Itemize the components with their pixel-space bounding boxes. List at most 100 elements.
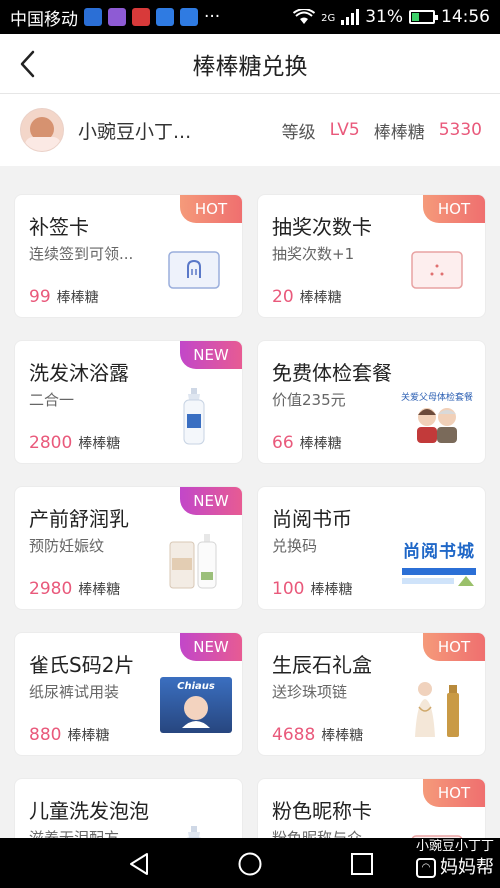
exchange-item-grid: 补签卡 连续签到可领... 99 棒棒糖 HOT 抽奖次数卡 抽奖次数+1 20… — [14, 194, 486, 888]
item-price-value: 66 — [272, 433, 294, 453]
user-info-bar: 小豌豆小丁... 等级 LV5 棒棒糖 5330 — [0, 94, 500, 166]
nav-back-icon[interactable] — [126, 851, 152, 877]
image-caption: 尚阅书城 — [403, 541, 475, 562]
app-notification-icon — [84, 8, 102, 26]
carrier-name: 中国移动 — [10, 9, 78, 30]
level-value: LV5 — [329, 120, 360, 140]
item-title: 补签卡 — [29, 215, 89, 239]
item-card-lottery-card[interactable]: 抽奖次数卡 抽奖次数+1 20 棒棒糖 HOT — [257, 194, 486, 318]
new-badge: NEW — [180, 633, 242, 661]
item-subtitle: 二合一 — [29, 391, 75, 409]
lotion-bottle-icon — [156, 527, 232, 597]
chat-bubble-icon: ◠ — [416, 858, 436, 878]
item-title: 儿童洗发泡泡 — [29, 799, 149, 823]
item-subtitle: 兑换码 — [272, 537, 318, 555]
new-badge: NEW — [180, 487, 242, 515]
item-price-unit: 棒棒糖 — [310, 582, 353, 598]
candy-label: 棒棒糖 — [373, 122, 425, 143]
item-title: 产前舒润乳 — [29, 507, 129, 531]
signal-icon — [341, 9, 360, 25]
system-nav-bar: 小豌豆小丁丁 ◠ 妈妈帮 — [0, 838, 500, 888]
item-card-book-coins[interactable]: 尚阅书币 兑换码 100 棒棒糖 尚阅书城 — [257, 486, 486, 610]
sign-card-icon — [156, 235, 232, 305]
item-price-unit: 棒棒糖 — [78, 582, 121, 598]
item-title: 洗发沐浴露 — [29, 361, 129, 385]
watermark-brand-name: 妈妈帮 — [440, 857, 494, 878]
battery-percent: 31% — [365, 7, 403, 27]
image-caption: 关爱父母体检套餐 — [400, 392, 473, 403]
item-price: 2980 棒棒糖 — [29, 579, 120, 599]
item-title: 抽奖次数卡 — [272, 215, 372, 239]
diaper-pack-icon: Chiaus — [160, 677, 232, 733]
item-price-value: 880 — [29, 725, 62, 745]
username: 小豌豆小丁... — [78, 120, 192, 143]
item-card-birthstone-gift[interactable]: 生辰石礼盒 送珍珠项链 4688 棒棒糖 HOT — [257, 632, 486, 756]
watermark-user: 小豌豆小丁丁 — [415, 839, 494, 854]
baidu-notification-icon — [156, 8, 174, 26]
back-button[interactable] — [12, 48, 44, 80]
more-notifications-icon: ··· — [204, 7, 221, 27]
item-price-unit: 棒棒糖 — [299, 436, 342, 452]
item-card-shampoo[interactable]: 洗发沐浴露 二合一 2800 棒棒糖 NEW — [14, 340, 243, 464]
page-title: 棒棒糖兑换 — [192, 53, 308, 80]
item-card-sign-card[interactable]: 补签卡 连续签到可领... 99 棒棒糖 HOT — [14, 194, 243, 318]
network-type: 2G — [321, 13, 336, 24]
item-title: 尚阅书币 — [272, 507, 352, 531]
hot-badge: HOT — [423, 633, 485, 661]
hot-badge: HOT — [423, 195, 485, 223]
wifi-icon — [293, 9, 316, 24]
gallery-notification-icon — [108, 8, 126, 26]
user-stats: 等级 LV5 棒棒糖 5330 — [282, 118, 482, 143]
shampoo-bottle-icon — [156, 381, 232, 451]
clock: 14:56 — [441, 7, 490, 27]
item-card-prenatal-lotion[interactable]: 产前舒润乳 预防妊娠纹 2980 棒棒糖 NEW — [14, 486, 243, 610]
candy-balance: 5330 — [438, 120, 482, 140]
item-subtitle: 抽奖次数+1 — [272, 245, 355, 263]
item-price: 880 棒棒糖 — [29, 725, 109, 745]
item-price-value: 4688 — [272, 725, 316, 745]
item-price-value: 99 — [29, 287, 51, 307]
parents-checkup-icon: 关爱父母体检套餐 — [393, 381, 481, 451]
item-price-value: 2980 — [29, 579, 73, 599]
item-title: 粉色昵称卡 — [272, 799, 372, 823]
item-price-unit: 棒棒糖 — [78, 436, 121, 452]
watermark: 小豌豆小丁丁 ◠ 妈妈帮 — [416, 838, 494, 880]
item-title: 雀氏S码2片 — [29, 653, 135, 677]
app-header: 棒棒糖兑换 — [0, 34, 500, 94]
item-price-unit: 棒棒糖 — [321, 728, 364, 744]
brand-logo: Chiaus — [177, 681, 215, 692]
item-price: 66 棒棒糖 — [272, 433, 342, 453]
battery-icon — [409, 10, 438, 24]
shangyue-book-icon: 尚阅书城 — [399, 527, 479, 597]
item-subtitle: 价值235元 — [272, 391, 346, 409]
item-subtitle: 送珍珠项链 — [272, 683, 348, 701]
item-price-unit: 棒棒糖 — [299, 290, 342, 306]
hot-badge: HOT — [180, 195, 242, 223]
item-price: 99 棒棒糖 — [29, 287, 99, 307]
hot-badge: HOT — [423, 779, 485, 807]
item-subtitle: 连续签到可领... — [29, 245, 134, 263]
nav-home-icon[interactable] — [237, 851, 263, 877]
item-title: 免费体检套餐 — [272, 361, 392, 385]
item-price: 100 棒棒糖 — [272, 579, 352, 599]
item-price: 20 棒棒糖 — [272, 287, 342, 307]
item-price: 4688 棒棒糖 — [272, 725, 363, 745]
item-title: 生辰石礼盒 — [272, 653, 372, 677]
level-label: 等级 — [281, 122, 316, 143]
avatar[interactable] — [20, 108, 64, 152]
item-price-unit: 棒棒糖 — [67, 728, 110, 744]
paw-notification-icon — [180, 8, 198, 26]
nav-recents-icon[interactable] — [349, 851, 375, 877]
new-badge: NEW — [180, 341, 242, 369]
lottery-card-icon — [399, 235, 475, 305]
item-price-unit: 棒棒糖 — [56, 290, 99, 306]
item-card-health-checkup[interactable]: 免费体检套餐 价值235元 66 棒棒糖 关爱父母体检套餐 — [257, 340, 486, 464]
gift-box-icon — [399, 673, 475, 743]
item-price-value: 20 — [272, 287, 294, 307]
item-card-diapers[interactable]: 雀氏S码2片 纸尿裤试用装 880 棒棒糖 NEW Chiaus — [14, 632, 243, 756]
item-subtitle: 预防妊娠纹 — [29, 537, 105, 555]
watermark-brand: ◠ 妈妈帮 — [416, 856, 494, 880]
item-subtitle: 纸尿裤试用装 — [29, 683, 120, 701]
chevron-left-icon — [20, 50, 35, 78]
weibo-notification-icon — [132, 8, 150, 26]
